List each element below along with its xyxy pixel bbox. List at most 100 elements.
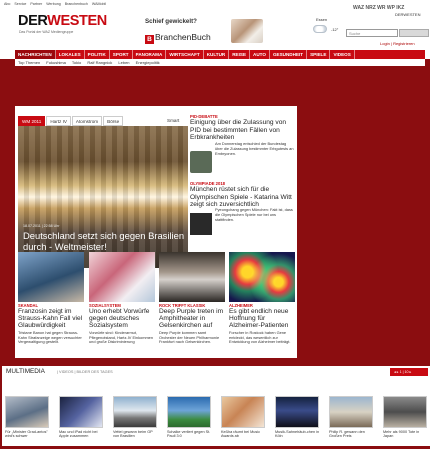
side-story-thumbnail[interactable] — [190, 151, 212, 173]
nav-spiele[interactable]: SPIELE — [307, 50, 331, 59]
tab-boerse[interactable]: Börse — [103, 116, 124, 126]
site-tagline: Das Portal der WAZ Mediengruppe — [19, 30, 74, 34]
waz-group-label: DERWESTEN — [395, 12, 421, 17]
side-story-body: Am Donnerstag entschied der Bundestag üb… — [215, 141, 294, 156]
subnav-ralf-rangnick[interactable]: Ralf Rangnick — [87, 60, 112, 65]
story-body: Deep Purple kommen samt Orchester der Ne… — [159, 330, 220, 345]
story-column-sozialsystem[interactable]: SOZIALSYSTEM Uno erhebt Vorwürfe gegen d… — [89, 252, 155, 358]
side-story-headline[interactable]: Einigung über die Zulassung von PID bei … — [190, 119, 296, 142]
topics-subnav: Top Themen Fukushima Tokio Ralf Rangnick… — [15, 59, 425, 66]
subnav-fukushima[interactable]: Fukushima — [46, 60, 66, 65]
tab-hartz-iv[interactable]: Hartz IV — [46, 116, 71, 126]
tab-smart[interactable]: Smart — [167, 116, 179, 126]
nav-gesundheit[interactable]: GESUNDHEIT — [270, 50, 308, 59]
story-column-alzheimer[interactable]: ALZHEIMER Es gibt endlich neue Hoffnung … — [229, 252, 295, 358]
multimedia-strip: MULTIMEDIA | VIDEOS | BILDER DES TAGES ◂… — [2, 366, 430, 446]
search-input[interactable]: Suche — [346, 29, 398, 37]
side-story-body: Pyeongchang gegen München: Fakt ist, das… — [215, 207, 293, 222]
tab-atomstrom[interactable]: Atomstrom — [71, 116, 103, 126]
subnav-energiepolitik[interactable]: Energiepolitik — [136, 60, 160, 65]
media-caption: Vettel gewann beim GP von Brasilien — [113, 430, 153, 439]
subnav-top-themen[interactable]: Top Themen — [18, 60, 40, 65]
media-thumbnail — [113, 396, 157, 428]
top-stories-panel: WM 2011 Hartz IV Atomstrom Börse Smart 1… — [15, 106, 297, 358]
media-caption: Mehr als 9000 Tote in Japan — [383, 430, 420, 439]
nav-lokales[interactable]: LOKALES — [56, 50, 85, 59]
weather-cloud-icon — [313, 25, 327, 33]
search-button-icon[interactable] — [399, 29, 429, 37]
ad-brand-name: BranchenBuch — [155, 32, 211, 42]
hero-story[interactable]: 18.07.2011 | 22:58 Uhr Deutschland setzt… — [18, 126, 188, 268]
story-headline[interactable]: Deep Purple treten im Amphitheater in Ge… — [159, 308, 227, 329]
media-thumbnail — [59, 396, 103, 428]
ad-title: Schief gewickelt? — [145, 18, 197, 25]
nav-nachrichten[interactable]: NACHRICHTEN — [15, 50, 56, 59]
ad-photo — [231, 19, 263, 43]
media-caption: Schalke verliert gegen St. Pauli 3:0 — [167, 430, 211, 439]
story-columns: SKANDAL Franzosin zeigt im Strauss-Kahn … — [18, 252, 297, 358]
ad-brand: B BranchenBuch — [145, 32, 211, 44]
story-body: Vorwürfe sind: Kinderarmut, Pflegenotsta… — [89, 330, 154, 345]
media-caption: Für „Minister Grad-antos" wird's schwer — [5, 430, 48, 439]
media-caption: Keßha räumt bei Music Awards ab — [221, 430, 261, 439]
story-headline[interactable]: Es gibt endlich neue Hoffnung für Alzhei… — [229, 308, 297, 329]
media-thumbnail — [329, 396, 373, 428]
account-links: Login | Registrieren — [380, 41, 415, 46]
topnav-link-partner[interactable]: Partner — [30, 2, 42, 6]
story-headline[interactable]: Franzosin zeigt im Strauss-Kahn Fall vie… — [18, 308, 86, 329]
nav-auto[interactable]: AUTO — [250, 50, 270, 59]
waz-group-logos[interactable]: WAZ NRZ WR WP IKZ — [353, 5, 404, 11]
pager-label: ◂ ▸ 1 | 10 ▸ — [394, 369, 412, 374]
story-column-deep-purple[interactable]: ROCK TRIFFT KLASSIK Deep Purple treten i… — [159, 252, 225, 358]
register-link[interactable]: Registrieren — [393, 41, 415, 46]
media-thumbnail — [5, 396, 49, 428]
story-headline[interactable]: Uno erhebt Vorwürfe gegen deutsches Sozi… — [89, 308, 157, 329]
media-caption: Philip R. gewann den Großen Preis — [329, 430, 365, 439]
story-body: Forscher in Rostock haben Gene entdeckt,… — [229, 330, 291, 345]
multimedia-pager[interactable]: ◂ ▸ 1 | 10 ▸ — [390, 368, 428, 376]
subnav-tokio[interactable]: Tokio — [72, 60, 81, 65]
weather-widget[interactable]: Essen -12° — [312, 17, 346, 41]
header-ad-banner[interactable]: Schief gewickelt? B BranchenBuch — [145, 18, 270, 46]
nav-reise[interactable]: REISE — [229, 50, 251, 59]
nav-sport[interactable]: SPORT — [110, 50, 133, 59]
hero-date: 18.07.2011 | 22:58 Uhr — [23, 224, 60, 228]
tab-wm-2011[interactable]: WM 2011 — [18, 116, 46, 126]
side-story-headline[interactable]: München rüstet sich für die Olympischen … — [190, 186, 296, 209]
side-story-olympiade[interactable]: OLYMPIADE 2018 München rüstet sich für d… — [190, 181, 296, 209]
nav-wirtschaft[interactable]: WIRTSCHAFT — [166, 50, 204, 59]
story-image — [229, 252, 295, 302]
nav-panorama[interactable]: PANORAMA — [133, 50, 167, 59]
media-thumbnail — [383, 396, 427, 428]
login-link[interactable]: Login — [380, 41, 390, 46]
side-story-pid[interactable]: PID-DEBATTE Einigung über die Zulassung … — [190, 114, 296, 142]
weather-city: Essen — [316, 17, 328, 22]
nav-videos[interactable]: VIDEOS — [330, 50, 355, 59]
nav-politik[interactable]: POLITIK — [85, 50, 110, 59]
media-thumbnail — [275, 396, 319, 428]
weather-temperature: -12° — [331, 27, 339, 32]
topnav-link-wamobil[interactable]: WAMobil — [92, 2, 106, 6]
story-column-skandal[interactable]: SKANDAL Franzosin zeigt im Strauss-Kahn … — [18, 252, 84, 358]
nav-kultur[interactable]: KULTUR — [204, 50, 230, 59]
media-caption: Musik-Sahnehäub-chen in Köln — [275, 430, 320, 439]
media-caption: Mac und iPad nicht bei Apple zusammen — [59, 430, 98, 439]
topnav-link-service[interactable]: Service — [14, 2, 26, 6]
media-thumbnail — [221, 396, 265, 428]
topic-tabs: WM 2011 Hartz IV Atomstrom Börse — [18, 116, 124, 126]
topnav-link-branchenbuch[interactable]: Branchenbuch — [65, 2, 88, 6]
multimedia-subnav[interactable]: | VIDEOS | BILDER DES TAGES — [57, 370, 113, 374]
logo-part-der: DER — [18, 13, 48, 29]
logo-part-westen: WESTEN — [47, 13, 107, 29]
subnav-leben[interactable]: Leben — [118, 60, 129, 65]
topnav-link-werbung[interactable]: Werbung — [46, 2, 61, 6]
multimedia-title: MULTIMEDIA — [6, 368, 45, 375]
top-utility-nav: Abo Service Partner Werbung Branchenbuch… — [4, 2, 109, 6]
media-thumbnail — [167, 396, 211, 428]
site-logo[interactable]: DERWESTEN — [18, 13, 107, 29]
story-image — [89, 252, 155, 302]
story-image — [18, 252, 84, 302]
side-story-thumbnail[interactable] — [190, 213, 212, 235]
hero-headline[interactable]: Deutschland setzt sich gegen Brasilien d… — [23, 230, 185, 252]
topnav-link-abo[interactable]: Abo — [4, 2, 10, 6]
